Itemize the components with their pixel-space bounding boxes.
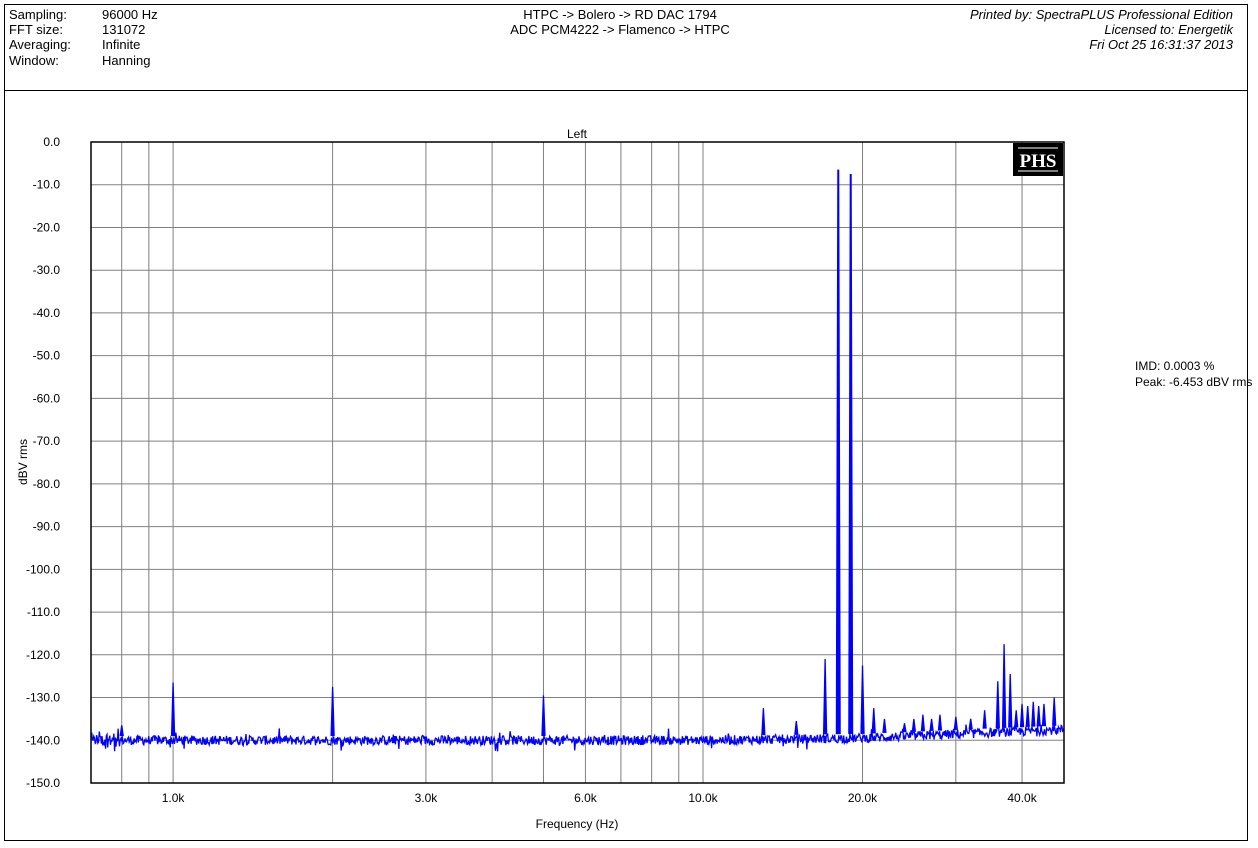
y-tick-label: -100.0 bbox=[26, 562, 60, 576]
x-tick-label: 1.0k bbox=[162, 791, 186, 805]
spectrum-peak bbox=[1014, 710, 1019, 728]
x-tick-label: 20.0k bbox=[848, 791, 878, 805]
spectrum-peak bbox=[848, 174, 854, 735]
spectrum-peak bbox=[1052, 697, 1057, 726]
spectrum-peak bbox=[794, 720, 799, 735]
y-tick-label: -10.0 bbox=[33, 178, 61, 192]
spectrum-report: Sampling: 96000 Hz FFT size: 131072 Aver… bbox=[0, 0, 1258, 848]
spectrum-trace bbox=[90, 724, 1065, 752]
spectrum-peak bbox=[882, 718, 887, 733]
spectrum-peak bbox=[835, 169, 841, 735]
spectrum-peak bbox=[953, 716, 958, 730]
x-tick-label: 10.0k bbox=[688, 791, 718, 805]
spectrum-peak bbox=[761, 708, 766, 736]
y-tick-label: -80.0 bbox=[33, 477, 61, 491]
y-tick-label: -130.0 bbox=[26, 691, 60, 705]
spectrum-peak bbox=[995, 681, 1000, 729]
x-tick-label: 40.0k bbox=[1007, 791, 1037, 805]
spectrum-peak bbox=[1025, 706, 1030, 727]
spectrum-peak bbox=[330, 686, 335, 737]
x-tick-label: 6.0k bbox=[574, 791, 598, 805]
y-tick-label: -120.0 bbox=[26, 648, 60, 662]
spectrum-peak bbox=[170, 682, 176, 737]
spectrum-peak bbox=[1008, 674, 1013, 728]
spectrum-peak bbox=[920, 714, 926, 732]
y-tick-label: -40.0 bbox=[33, 306, 61, 320]
x-axis-label: Frequency (Hz) bbox=[536, 817, 619, 831]
spectrum-peak bbox=[937, 714, 943, 731]
spectrum-peak bbox=[860, 665, 865, 734]
spectrum-chart: Left Frequency (Hz) dBV rms PHS 0.0 -10.0… bbox=[16, 127, 1065, 831]
spectrum-peak bbox=[929, 718, 934, 732]
spectrum-peak bbox=[982, 710, 987, 729]
y-tick-label: -30.0 bbox=[33, 263, 61, 277]
y-tick-label: -110.0 bbox=[27, 605, 60, 619]
plot-border bbox=[90, 141, 1065, 784]
y-tick-label: -150.0 bbox=[26, 776, 60, 790]
logo-text: PHS bbox=[1020, 151, 1057, 172]
y-axis-label: dBV rms bbox=[16, 439, 30, 485]
spectrum-peak bbox=[822, 659, 828, 735]
spectrum-peak bbox=[119, 725, 124, 737]
y-tick-label: -140.0 bbox=[26, 733, 60, 747]
spectrum-peak bbox=[1019, 703, 1025, 728]
spectrum-peak bbox=[871, 708, 876, 734]
chart-title: Left bbox=[567, 127, 588, 141]
phs-logo: PHS bbox=[1013, 143, 1063, 176]
y-tick-label: -70.0 bbox=[33, 434, 61, 448]
spectrum-peak bbox=[968, 718, 973, 730]
y-tick-label: 0.0 bbox=[43, 135, 60, 149]
y-tick-label: -20.0 bbox=[33, 220, 61, 234]
spectrum-peak bbox=[902, 723, 907, 733]
y-tick-label: -90.0 bbox=[33, 520, 61, 534]
spectrum-peak bbox=[1036, 706, 1041, 727]
y-tick-label: -60.0 bbox=[33, 391, 61, 405]
spectrum-peak bbox=[1041, 703, 1047, 727]
spectrum-peak bbox=[911, 718, 917, 732]
spectrum-peak bbox=[1031, 701, 1036, 727]
spectrum-peak bbox=[541, 695, 546, 737]
y-tick-label: -50.0 bbox=[33, 349, 61, 363]
x-tick-label: 3.0k bbox=[415, 791, 439, 805]
spectrum-peak bbox=[1001, 644, 1007, 728]
